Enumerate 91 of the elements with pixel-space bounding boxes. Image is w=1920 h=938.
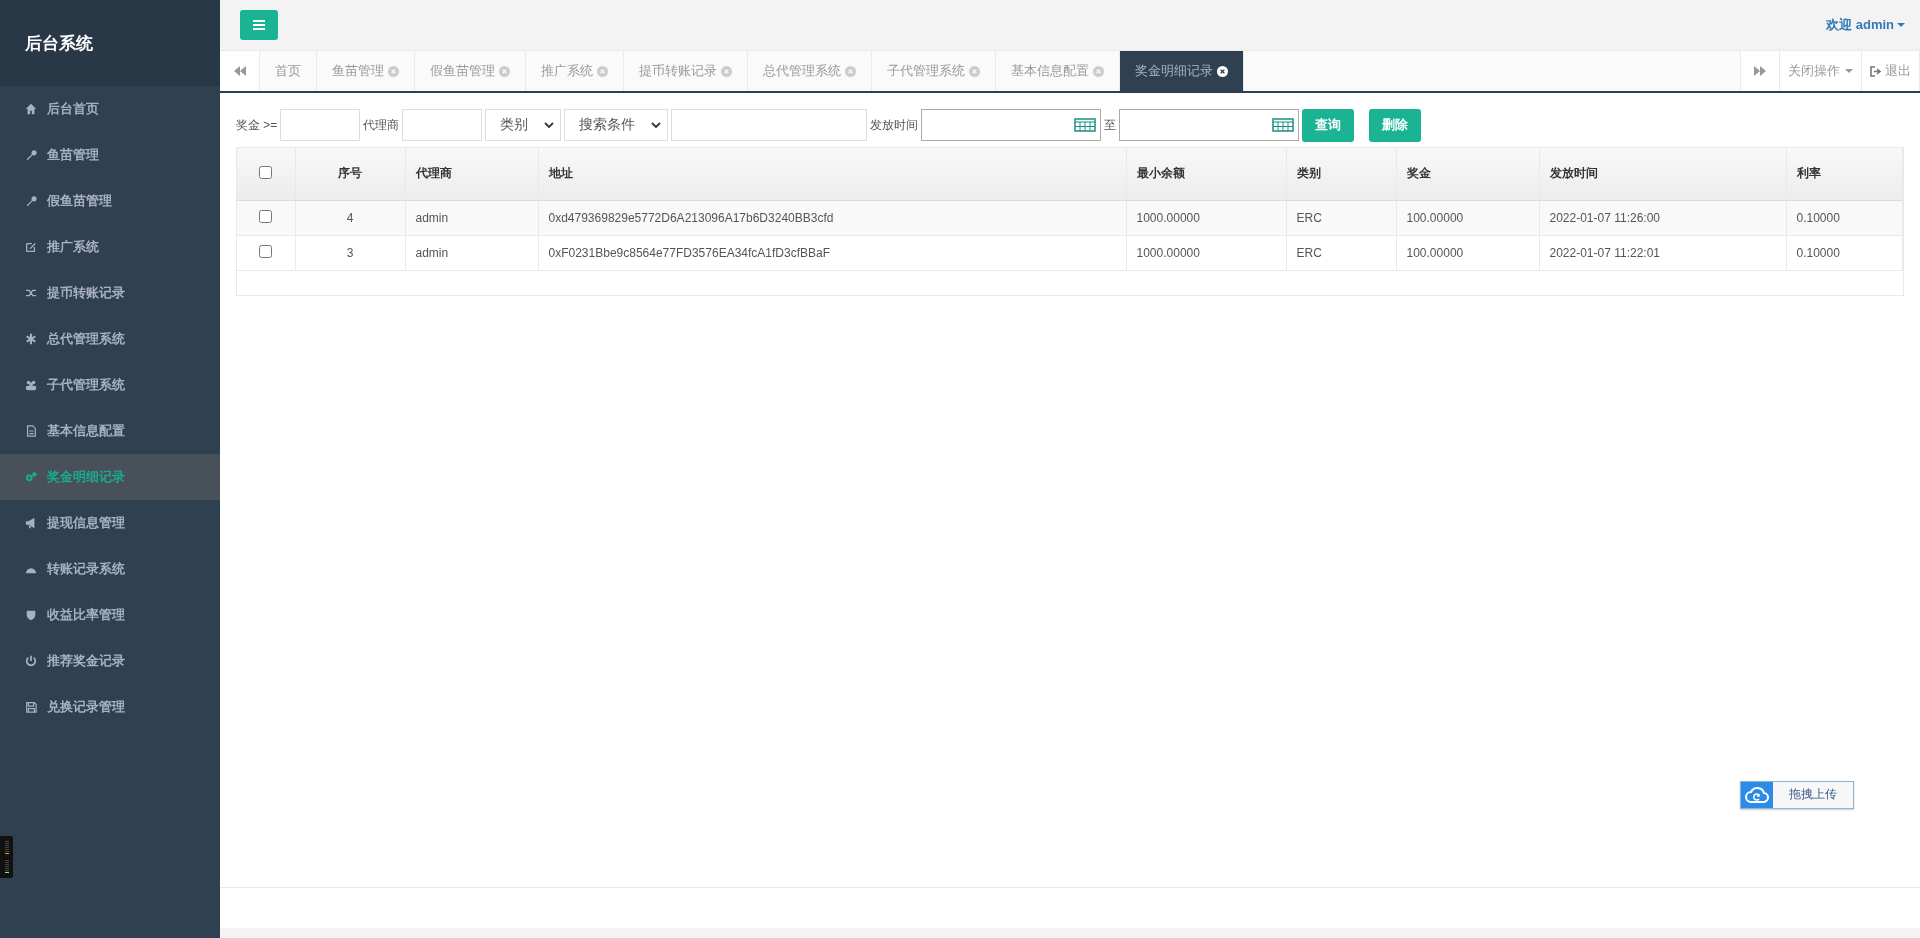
- row-checkbox[interactable]: [259, 209, 273, 223]
- column-header: 序号: [338, 166, 362, 181]
- table-cell: admin: [415, 245, 449, 260]
- condition-select[interactable]: 搜索条件: [564, 109, 669, 141]
- shield-icon: [25, 609, 37, 621]
- sidebar-item[interactable]: 假鱼苗管理: [0, 178, 220, 224]
- table-cell: 100.00000: [1406, 210, 1464, 225]
- tab[interactable]: 推广系统: [526, 51, 624, 91]
- logout-icon: [1870, 65, 1882, 77]
- delete-button[interactable]: 删除: [1369, 108, 1422, 142]
- sidebar-item[interactable]: 推荐奖金记录: [0, 638, 220, 684]
- sidebar-item[interactable]: 提币转账记录: [0, 270, 220, 316]
- category-select[interactable]: 类别: [485, 109, 562, 141]
- table-cell: 0.10000: [1796, 210, 1840, 225]
- bonus-label: 奖金 >=: [236, 116, 278, 134]
- document-icon: [25, 425, 37, 437]
- table-cell: 0xd479369829e5772D6A213096A17b6D3240BB3cfd: [548, 210, 834, 225]
- scroll-right-button[interactable]: [1740, 51, 1780, 91]
- sidebar-item[interactable]: 兑换记录管理: [0, 684, 220, 730]
- logout-button[interactable]: 退出: [1862, 51, 1920, 91]
- column-header: 地址: [548, 166, 573, 181]
- close-icon[interactable]: [1217, 65, 1228, 77]
- calendar-icon[interactable]: [1074, 118, 1097, 132]
- agent-label: 代理商: [363, 116, 400, 134]
- menu-icon: [253, 20, 265, 30]
- calendar-icon[interactable]: [1272, 118, 1295, 132]
- wrench-icon: [25, 149, 37, 161]
- bonus-input[interactable]: [280, 109, 361, 141]
- tab[interactable]: 提币转账记录: [624, 51, 748, 91]
- start-date-field[interactable]: [921, 109, 1102, 141]
- table-cell: 0.10000: [1796, 245, 1840, 260]
- column-header: 奖金: [1406, 166, 1431, 181]
- chevron-down-icon: [544, 121, 555, 129]
- table-cell: ERC: [1296, 245, 1322, 260]
- column-header: 最小余额: [1136, 166, 1185, 181]
- shuffle-icon: [25, 287, 37, 299]
- table-cell: 2022-01-07 11:26:00: [1549, 210, 1661, 225]
- sidebar-item[interactable]: 推广系统: [0, 224, 220, 270]
- search-button[interactable]: 查询: [1302, 108, 1355, 142]
- home-icon: [25, 103, 37, 115]
- row-checkbox[interactable]: [259, 244, 273, 258]
- app-title: 后台系统: [25, 32, 93, 55]
- tab[interactable]: 鱼苗管理: [317, 51, 415, 91]
- sidebar-item[interactable]: 转账记录系统: [0, 546, 220, 592]
- select-all-checkbox[interactable]: [259, 165, 273, 179]
- sidebar-item[interactable]: 奖金明细记录: [0, 454, 220, 500]
- sidebar-item[interactable]: 收益比率管理: [0, 592, 220, 638]
- sidebar-item[interactable]: 后台首页: [0, 86, 220, 132]
- power-icon: [25, 655, 37, 667]
- tab[interactable]: 首页: [260, 51, 317, 91]
- sidebar-item[interactable]: 鱼苗管理: [0, 132, 220, 178]
- table-cell: 1000.00000: [1136, 245, 1200, 260]
- megaphone-icon: [25, 517, 37, 529]
- upload-button[interactable]: 拖拽上传: [1740, 780, 1854, 809]
- table-cell: admin: [415, 210, 449, 225]
- column-header: 代理商: [415, 166, 452, 181]
- column-header: 类别: [1296, 166, 1321, 181]
- table-cell: 1000.00000: [1136, 210, 1200, 225]
- end-date-field[interactable]: [1119, 109, 1300, 141]
- tab[interactable]: 子代管理系统: [872, 51, 996, 91]
- wrench-icon: [25, 195, 37, 207]
- close-menu-button[interactable]: 关闭操作: [1780, 51, 1862, 91]
- tab[interactable]: 假鱼苗管理: [415, 51, 526, 91]
- table-cell: 3: [346, 245, 354, 260]
- column-header: 发放时间: [1549, 166, 1598, 181]
- chevron-down-icon: [651, 121, 662, 129]
- edit-icon: [25, 241, 37, 253]
- time-label: 发放时间: [870, 116, 919, 134]
- table-cell: 4: [346, 210, 354, 225]
- cloud-upload-icon: [1745, 785, 1769, 804]
- table-cell: 0xF0231Bbe9c8564e77FD3576EA34fcA1fD3cfBBaF: [548, 245, 831, 260]
- sidebar-item[interactable]: 基本信息配置: [0, 408, 220, 454]
- table-cell: 100.00000: [1406, 245, 1464, 260]
- sidebar-item[interactable]: 总代管理系统: [0, 316, 220, 362]
- double-right-icon: [1754, 66, 1766, 76]
- agent-input[interactable]: [402, 109, 483, 141]
- table-cell: ERC: [1296, 210, 1322, 225]
- tab[interactable]: 奖金明细记录: [1120, 51, 1244, 91]
- column-header: 利率: [1796, 166, 1821, 181]
- scroll-left-button[interactable]: [220, 51, 260, 91]
- tab[interactable]: 总代管理系统: [748, 51, 872, 91]
- sidebar-item[interactable]: 提现信息管理: [0, 500, 220, 546]
- menu-button[interactable]: [240, 10, 278, 40]
- level-meter-drawing: [0, 836, 13, 878]
- to-label: 至: [1104, 116, 1117, 134]
- user-menu[interactable]: 欢迎 admin: [1826, 16, 1905, 34]
- table-cell: 2022-01-07 11:22:01: [1549, 245, 1661, 260]
- keyword-input[interactable]: [671, 109, 868, 141]
- double-left-icon: [233, 66, 246, 76]
- asterisk-icon: [25, 333, 37, 345]
- sidebar-item[interactable]: 子代管理系统: [0, 362, 220, 408]
